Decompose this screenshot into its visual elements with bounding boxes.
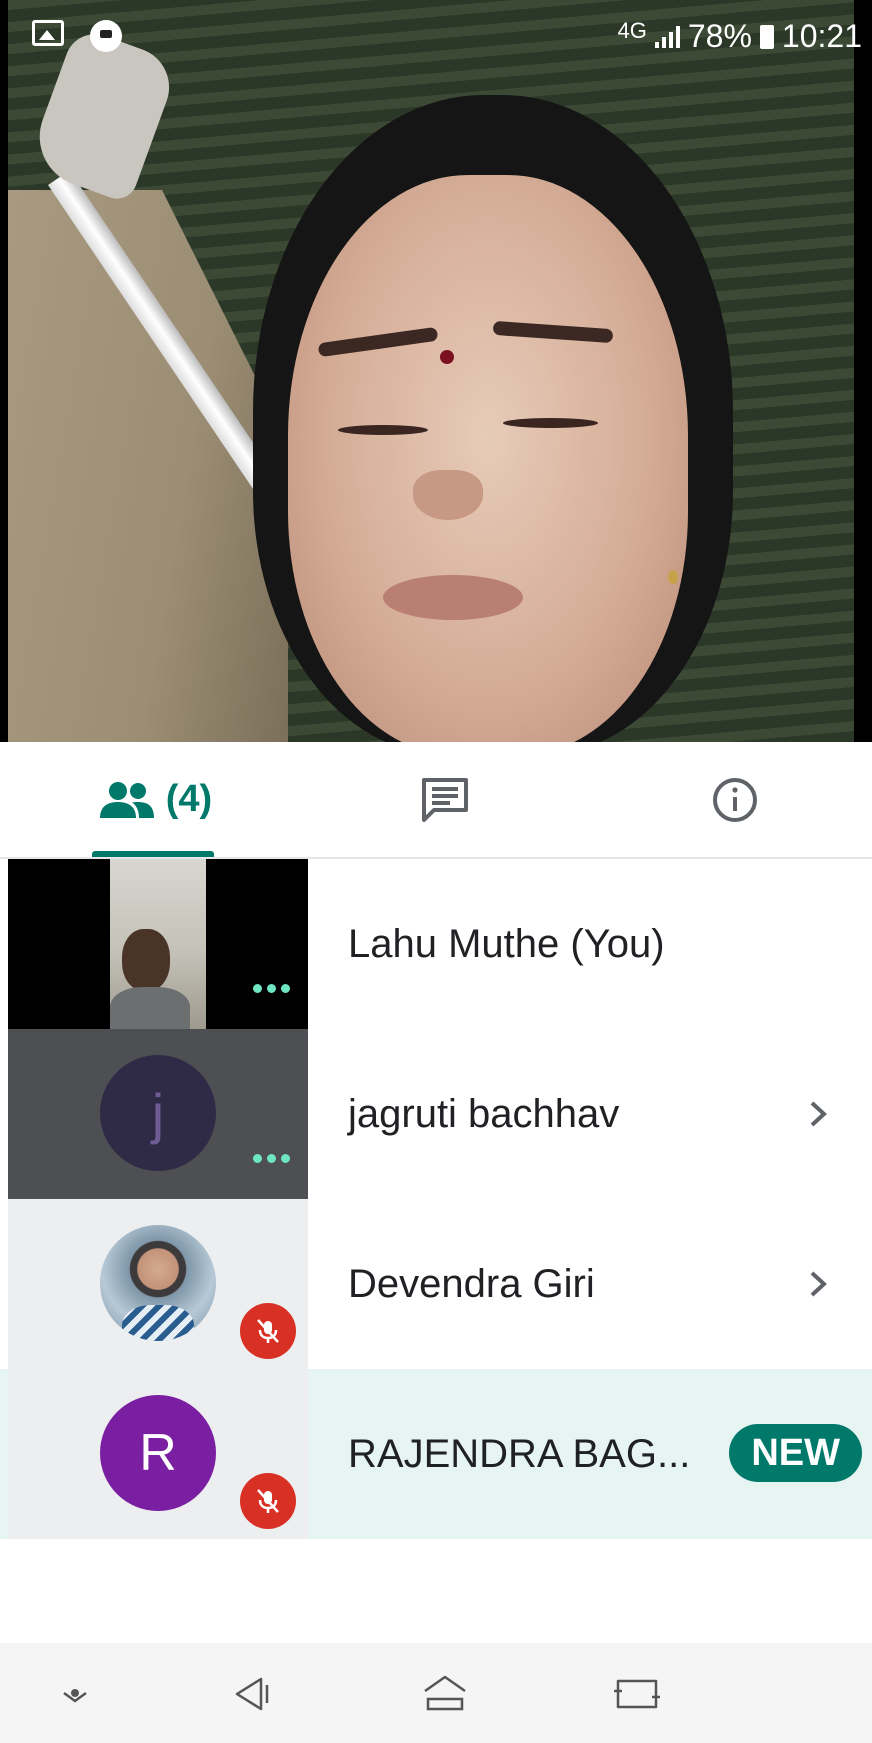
system-nav-bar	[0, 1643, 872, 1743]
avatar-initial: R	[139, 1424, 177, 1482]
speaker-eye-right	[503, 418, 598, 428]
clock: 10:21	[781, 18, 862, 54]
active-tab-indicator	[92, 851, 214, 857]
speaker-lips	[383, 575, 523, 620]
participant-video-tile[interactable]	[8, 859, 308, 1029]
participant-list: Lahu Muthe (You) j jagruti bachhav Deven…	[0, 859, 872, 1539]
participant-name: RAJENDRA BAG...	[348, 1431, 691, 1476]
recents-icon[interactable]	[612, 1669, 662, 1719]
avatar: j	[100, 1055, 216, 1171]
self-head	[122, 929, 170, 991]
status-right-info: 4G 78% 10:21	[618, 18, 862, 55]
new-badge: NEW	[729, 1424, 862, 1482]
main-video[interactable]: 4G 78% 10:21	[0, 0, 872, 742]
status-bar: 4G 78% 10:21	[0, 0, 872, 72]
avatar: R	[100, 1395, 216, 1511]
chat-icon	[422, 777, 468, 822]
battery-icon	[759, 24, 774, 49]
video-feed	[8, 0, 854, 742]
mic-off-icon	[240, 1303, 296, 1359]
signal-icon	[654, 25, 680, 48]
participant-row[interactable]: Devendra Giri	[0, 1199, 872, 1369]
people-icon	[99, 781, 154, 818]
speaker-nose	[413, 470, 483, 520]
self-camera-preview	[110, 859, 206, 1029]
participant-row[interactable]: j jagruti bachhav	[0, 1029, 872, 1199]
participant-name: jagruti bachhav	[348, 1091, 620, 1136]
speaker-eye-left	[338, 425, 428, 435]
participant-video-tile[interactable]: j	[8, 1029, 308, 1199]
participant-name: Devendra Giri	[348, 1261, 595, 1306]
people-count: (4)	[165, 778, 213, 820]
tab-info[interactable]	[690, 742, 780, 857]
avatar-initial: j	[151, 1081, 165, 1145]
chevron-right-icon[interactable]	[798, 1089, 838, 1139]
mic-off-icon	[240, 1473, 296, 1529]
participant-row[interactable]: Lahu Muthe (You)	[0, 859, 872, 1029]
chevron-right-icon[interactable]	[798, 1259, 838, 1309]
info-icon	[713, 777, 757, 822]
participant-video-tile[interactable]	[8, 1199, 308, 1369]
chat-bubble-icon	[90, 20, 122, 52]
notification-dot-icon[interactable]	[50, 1669, 100, 1719]
battery-level: 78%	[687, 18, 752, 54]
avatar-photo-shirt	[122, 1305, 194, 1341]
status-left-icons	[32, 20, 122, 52]
meeting-tabs: (4)	[0, 742, 872, 859]
network-type: 4G	[617, 17, 647, 43]
tab-chat[interactable]	[400, 742, 490, 857]
more-options-icon[interactable]	[253, 984, 290, 993]
participant-row[interactable]: R RAJENDRA BAG... NEW	[0, 1369, 872, 1539]
speaker-bindi	[440, 350, 454, 364]
more-options-icon[interactable]	[253, 1154, 290, 1163]
back-icon[interactable]	[225, 1669, 275, 1719]
speaker-earring	[668, 570, 678, 584]
participant-name: Lahu Muthe (You)	[348, 921, 665, 966]
speaker-face	[288, 175, 688, 742]
self-body	[110, 987, 190, 1029]
home-icon[interactable]	[420, 1669, 470, 1719]
avatar	[100, 1225, 216, 1341]
tab-people[interactable]: (4)	[60, 742, 250, 857]
gallery-icon	[32, 20, 64, 46]
participant-video-tile[interactable]: R	[8, 1369, 308, 1539]
